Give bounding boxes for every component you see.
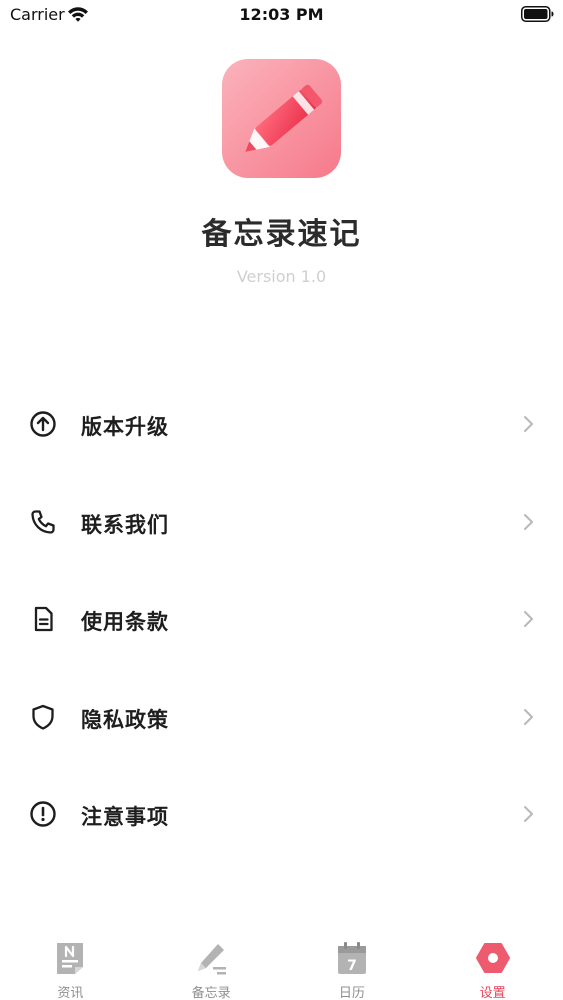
menu-item-label: 版本升级: [81, 415, 169, 439]
battery-icon: [521, 6, 554, 22]
menu-item-notes[interactable]: 注意事项: [0, 765, 563, 863]
tab-label: 资讯: [57, 986, 84, 1000]
news-icon: [57, 943, 84, 974]
menu-item-privacy-policy[interactable]: 隐私政策: [0, 668, 563, 766]
alert-circle-icon: [30, 801, 56, 827]
menu-item-terms-of-use[interactable]: 使用条款: [0, 570, 563, 668]
tab-bar: 资讯 备忘录 7 日历 设置: [0, 930, 563, 1000]
menu-item-label: 联系我们: [81, 512, 169, 537]
chevron-right-icon: [524, 513, 533, 530]
tab-settings[interactable]: 设置: [422, 930, 563, 1000]
status-bar: Carrier 12:03 PM: [0, 0, 563, 30]
tab-label: 日历: [338, 986, 365, 1000]
shield-icon: [32, 704, 54, 730]
tab-news[interactable]: 资讯: [0, 930, 141, 1000]
chevron-right-icon: [524, 611, 533, 627]
tab-label: 设置: [479, 986, 506, 1000]
settings-menu: 版本升级 联系我们 使用条款 隐私政策 注意事项: [0, 375, 563, 863]
menu-item-label: 注意事项: [81, 805, 169, 829]
menu-item-contact-us[interactable]: 联系我们: [0, 473, 563, 571]
calendar-day-number: 7: [347, 958, 357, 974]
status-time: 12:03 PM: [239, 5, 324, 24]
chevron-right-icon: [524, 416, 533, 432]
chevron-right-icon: [524, 708, 533, 725]
tab-calendar[interactable]: 7 日历: [282, 930, 423, 1000]
menu-item-label: 使用条款: [81, 610, 169, 634]
chevron-right-icon: [524, 806, 533, 822]
tab-memo[interactable]: 备忘录: [141, 930, 282, 1000]
calendar-icon: 7: [337, 942, 366, 974]
document-icon: [34, 606, 53, 632]
app-version: Version 1.0: [236, 267, 327, 286]
settings-hexagon-icon: [475, 943, 510, 973]
arrow-up-circle-icon: [30, 411, 56, 437]
menu-item-label: 隐私政策: [81, 707, 169, 732]
pencil-icon: [222, 59, 341, 178]
app-name: 备忘录速记: [201, 217, 362, 252]
tab-label: 备忘录: [191, 986, 231, 1000]
menu-item-version-upgrade[interactable]: 版本升级: [0, 375, 563, 473]
phone-icon: [31, 509, 55, 534]
memo-pen-icon: [198, 944, 227, 975]
app-logo: [222, 59, 341, 178]
